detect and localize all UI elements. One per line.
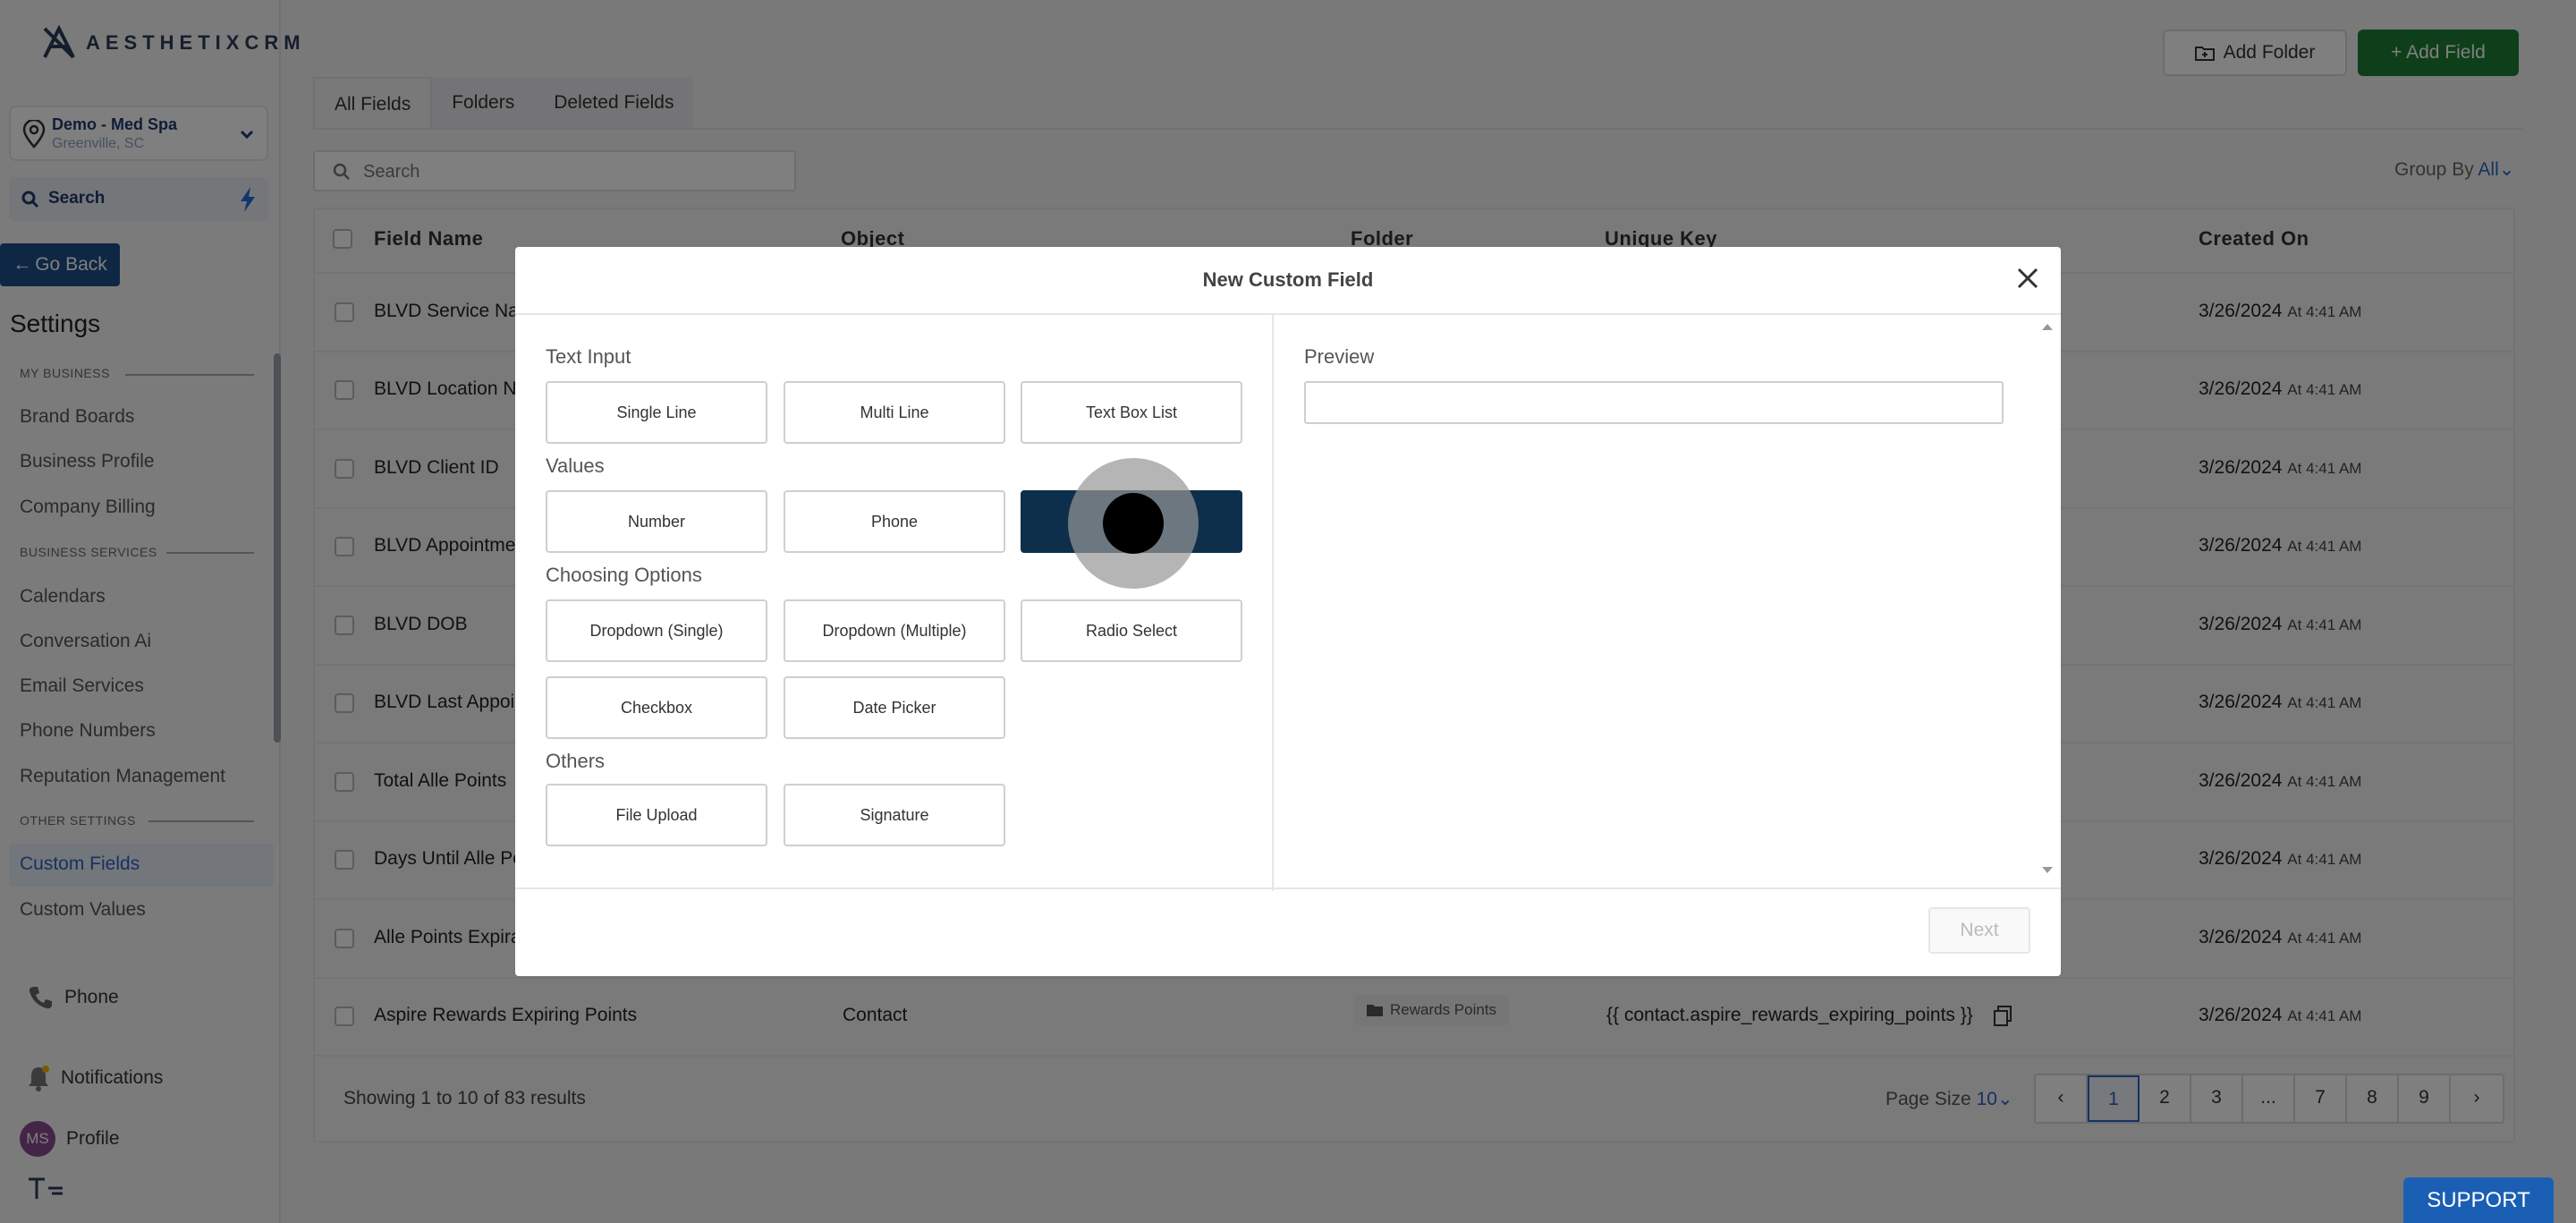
group-values: Values bbox=[546, 454, 605, 477]
option-radio-select[interactable]: Radio Select bbox=[1021, 599, 1242, 662]
group-others: Others bbox=[546, 750, 606, 772]
option-file-upload[interactable]: File Upload bbox=[546, 784, 767, 846]
group-choosing-options: Choosing Options bbox=[546, 564, 702, 586]
divider bbox=[1272, 315, 1274, 891]
scroll-down-arrow-icon[interactable] bbox=[2041, 866, 2054, 875]
option-multi-line[interactable]: Multi Line bbox=[784, 381, 1005, 444]
option-checkbox[interactable]: Checkbox bbox=[546, 676, 767, 739]
group-text-input: Text Input bbox=[546, 345, 631, 368]
scroll-up-arrow-icon[interactable] bbox=[2041, 322, 2054, 331]
option-dropdown-single[interactable]: Dropdown (Single) bbox=[546, 599, 767, 662]
divider bbox=[515, 888, 2061, 889]
option-text-box-list[interactable]: Text Box List bbox=[1021, 381, 1242, 444]
option-phone[interactable]: Phone bbox=[784, 490, 1005, 553]
option-date-picker[interactable]: Date Picker bbox=[784, 676, 1005, 739]
option-dropdown-multiple[interactable]: Dropdown (Multiple) bbox=[784, 599, 1005, 662]
modal-title: New Custom Field bbox=[1202, 268, 1374, 291]
close-icon[interactable] bbox=[2016, 267, 2039, 290]
preview-label: Preview bbox=[1304, 345, 1375, 368]
preview-input[interactable] bbox=[1304, 381, 2004, 424]
divider bbox=[515, 313, 2061, 315]
support-button[interactable]: SUPPORT bbox=[2403, 1177, 2554, 1223]
option-signature[interactable]: Signature bbox=[784, 784, 1005, 846]
new-custom-field-modal: New Custom Field Text Input Single Line … bbox=[515, 247, 2061, 976]
option-number[interactable]: Number bbox=[546, 490, 767, 553]
next-button[interactable]: Next bbox=[1928, 907, 2030, 954]
option-single-line[interactable]: Single Line bbox=[546, 381, 767, 444]
cursor-dot bbox=[1103, 493, 1164, 554]
